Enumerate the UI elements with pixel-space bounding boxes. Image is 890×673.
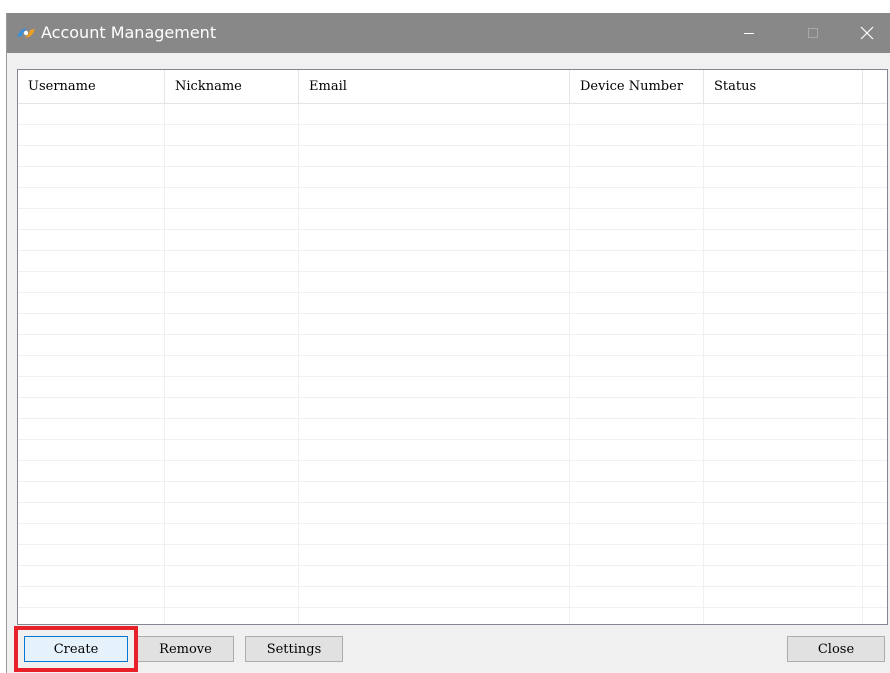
empty-row xyxy=(18,545,887,566)
empty-row xyxy=(18,104,887,125)
column-header-device-number[interactable]: Device Number xyxy=(570,70,704,103)
maximize-button[interactable] xyxy=(790,13,836,53)
column-header-status[interactable]: Status xyxy=(704,70,863,103)
maximize-icon xyxy=(808,28,818,38)
empty-row xyxy=(18,587,887,608)
close-window-button[interactable] xyxy=(844,13,890,53)
empty-row xyxy=(18,419,887,440)
empty-row xyxy=(18,608,887,624)
empty-row xyxy=(18,230,887,251)
empty-row xyxy=(18,398,887,419)
column-header-nickname[interactable]: Nickname xyxy=(165,70,299,103)
empty-row xyxy=(18,251,887,272)
close-button[interactable]: Close xyxy=(787,636,885,662)
list-header: Username Nickname Email Device Number St… xyxy=(18,70,887,104)
settings-button[interactable]: Settings xyxy=(245,636,343,662)
empty-row xyxy=(18,524,887,545)
empty-row xyxy=(18,377,887,398)
create-button[interactable]: Create xyxy=(24,636,128,662)
empty-row xyxy=(18,209,887,230)
empty-row xyxy=(18,314,887,335)
empty-row xyxy=(18,167,887,188)
empty-row xyxy=(18,293,887,314)
minimize-button[interactable] xyxy=(726,13,772,53)
empty-row xyxy=(18,188,887,209)
column-header-username[interactable]: Username xyxy=(18,70,165,103)
empty-row xyxy=(18,503,887,524)
empty-row xyxy=(18,272,887,293)
empty-row xyxy=(18,125,887,146)
empty-row xyxy=(18,440,887,461)
app-logo-icon xyxy=(17,28,35,38)
empty-row xyxy=(18,356,887,377)
column-header-email[interactable]: Email xyxy=(299,70,570,103)
close-icon xyxy=(860,26,874,40)
empty-row xyxy=(18,461,887,482)
empty-row xyxy=(18,335,887,356)
remove-button[interactable]: Remove xyxy=(137,636,234,662)
empty-row xyxy=(18,146,887,167)
list-body[interactable] xyxy=(18,104,887,624)
title-bar[interactable]: Account Management xyxy=(7,13,890,53)
accounts-list[interactable]: Username Nickname Email Device Number St… xyxy=(17,69,888,625)
window-title: Account Management xyxy=(41,23,217,42)
minimize-icon xyxy=(744,33,754,34)
empty-row xyxy=(18,482,887,503)
empty-row xyxy=(18,566,887,587)
